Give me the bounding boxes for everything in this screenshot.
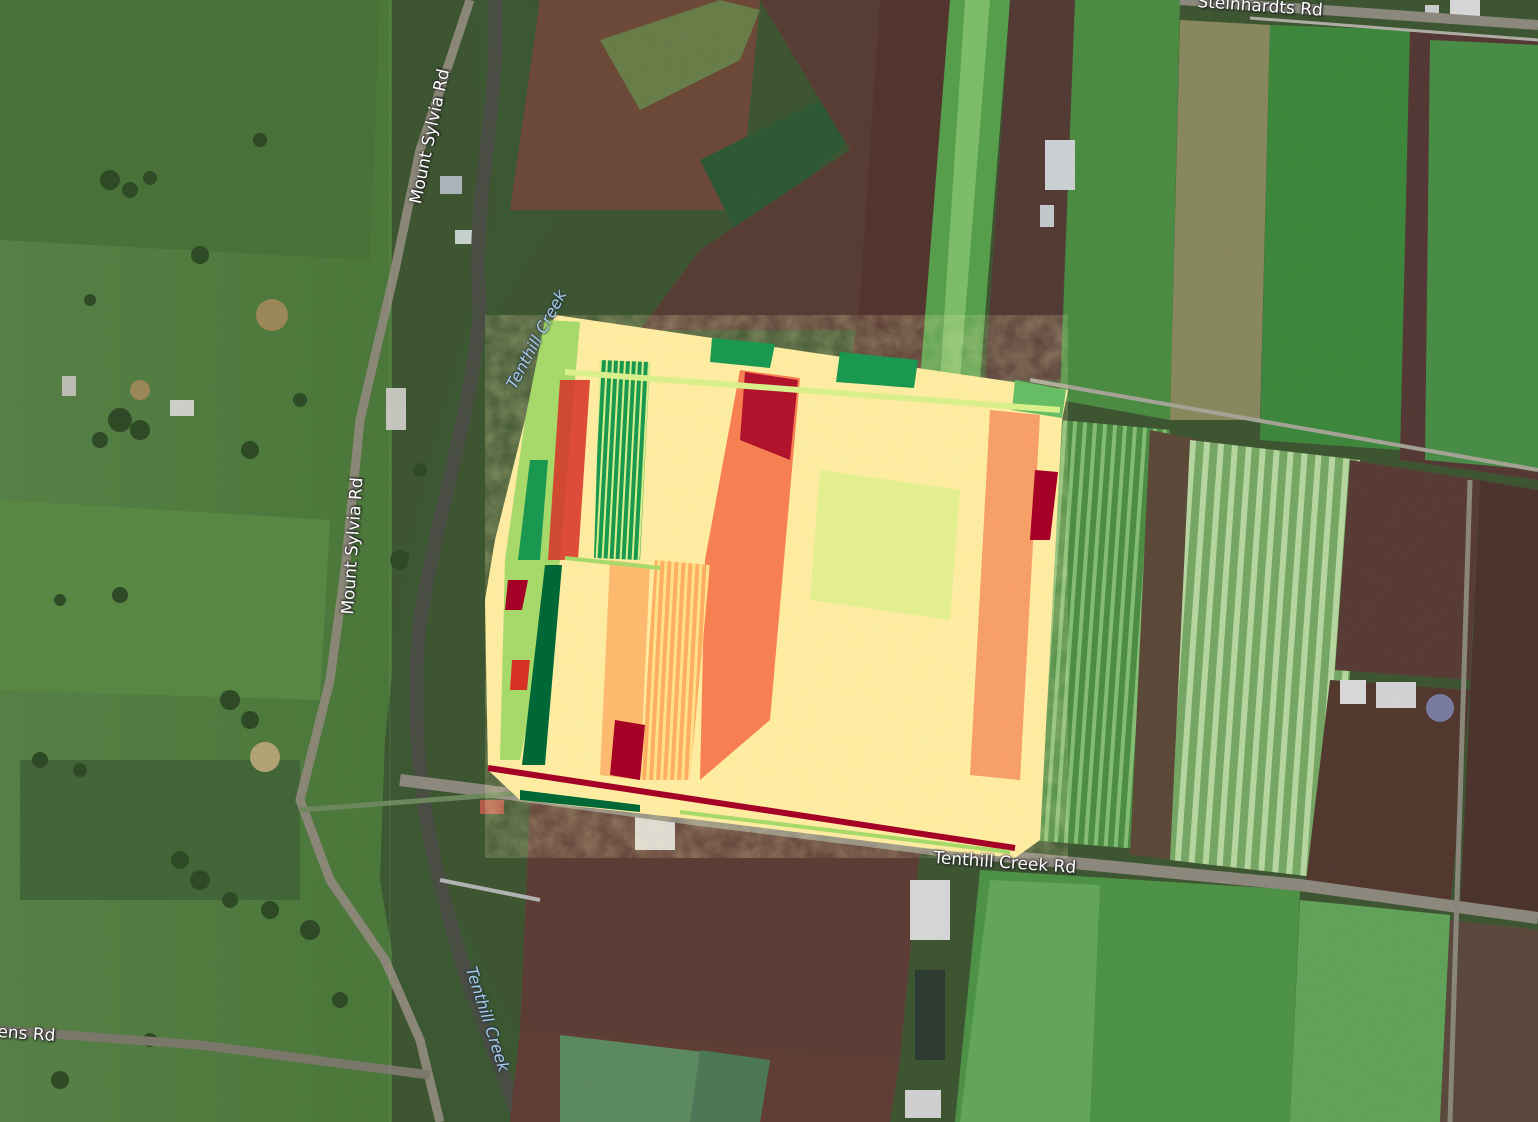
bare-patch [256,299,288,331]
field-green [1260,25,1410,450]
ndvi-zone-moderate [810,470,960,620]
pasture-lighter [0,500,330,700]
field-green-light [1290,900,1450,1122]
field-pale [1170,20,1270,420]
ndvi-overlay [485,315,1068,858]
satellite-map[interactable] [0,0,1538,1122]
field-brown [1335,460,1480,680]
field-green [1060,0,1180,420]
road-label-ens: ens Rd [0,1022,57,1047]
